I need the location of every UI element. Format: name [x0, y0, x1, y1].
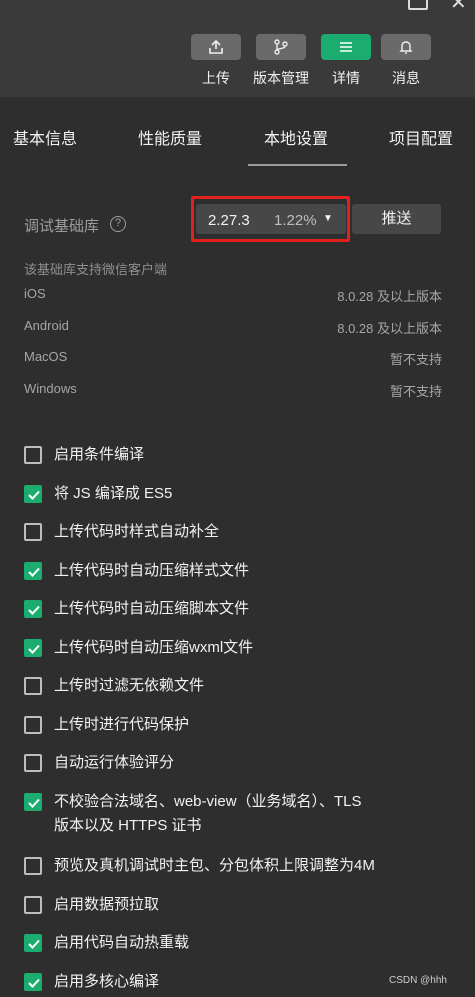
- upload-label: 上传: [202, 70, 230, 86]
- check-icon: [28, 644, 40, 654]
- option-label-line2: 版本以及 HTTPS 证书: [54, 817, 202, 834]
- toolbar: ✕ 上传 版本管理 详情 消息: [0, 0, 475, 97]
- option-checkbox[interactable]: [24, 857, 42, 875]
- tab-performance[interactable]: 性能质量: [138, 125, 202, 149]
- details-label: 详情: [332, 70, 360, 86]
- platform-name: MacOS: [24, 349, 68, 364]
- option-label: 不校验合法域名、web-view（业务域名）、TLS: [54, 793, 362, 810]
- option-checkbox[interactable]: [24, 600, 42, 618]
- help-icon[interactable]: ?: [110, 216, 126, 232]
- check-icon: [28, 490, 40, 500]
- option-label: 上传代码时样式自动补全: [54, 523, 220, 540]
- option-checkbox[interactable]: [24, 639, 42, 657]
- upload-button[interactable]: [191, 34, 241, 60]
- option-checkbox[interactable]: [24, 446, 42, 464]
- check-icon: [28, 978, 40, 988]
- details-tool[interactable]: 详情: [321, 34, 371, 88]
- option-checkbox[interactable]: [24, 896, 42, 914]
- option-label: 启用多核心编译: [54, 973, 160, 990]
- push-button[interactable]: 推送: [352, 204, 441, 234]
- version-manage-button[interactable]: [256, 34, 306, 60]
- option-checkbox[interactable]: [24, 523, 42, 541]
- option-checkbox[interactable]: [24, 716, 42, 734]
- option-label: 自动运行体验评分: [54, 754, 175, 771]
- check-icon: [28, 939, 40, 949]
- option-label: 上传时进行代码保护: [54, 716, 190, 733]
- branch-icon: [274, 39, 288, 55]
- platform-name: Android: [24, 318, 69, 333]
- platform-support-value: 暂不支持: [389, 384, 442, 399]
- check-icon: [28, 567, 40, 577]
- tab-project-config[interactable]: 项目配置: [389, 125, 453, 149]
- support-title: 该基础库支持微信客户端: [24, 262, 168, 277]
- base-lib-label: 调试基础库: [24, 218, 100, 235]
- platform-support-value: 8.0.28 及以上版本: [337, 289, 442, 304]
- platform-support-value: 暂不支持: [389, 352, 442, 367]
- version-manage-label: 版本管理: [253, 70, 309, 86]
- messages-label: 消息: [392, 70, 420, 86]
- option-label: 将 JS 编译成 ES5: [54, 485, 173, 502]
- tab-bar: 基本信息 性能质量 本地设置 项目配置: [0, 97, 475, 165]
- option-label: 上传代码时自动压缩wxml文件: [54, 639, 254, 656]
- platform-row: Windows 暂不支持: [24, 381, 442, 401]
- option-label: 预览及真机调试时主包、分包体积上限调整为4M: [54, 857, 375, 874]
- watermark: CSDN @hhh: [389, 975, 447, 986]
- tab-local-settings[interactable]: 本地设置: [264, 125, 328, 149]
- option-checkbox[interactable]: [24, 485, 42, 503]
- option-checkbox[interactable]: [24, 754, 42, 772]
- option-checkbox[interactable]: [24, 934, 42, 952]
- messages-tool[interactable]: 消息: [381, 34, 431, 88]
- option-checkbox[interactable]: [24, 973, 42, 991]
- platform-row: Android 8.0.28 及以上版本: [24, 318, 442, 338]
- close-window-icon[interactable]: ✕: [450, 0, 470, 13]
- platform-support-value: 8.0.28 及以上版本: [337, 321, 442, 336]
- platform-row: MacOS 暂不支持: [24, 349, 442, 369]
- option-label: 启用数据预拉取: [54, 896, 160, 913]
- menu-icon: [340, 42, 352, 52]
- tab-basic-info[interactable]: 基本信息: [13, 125, 77, 149]
- check-icon: [28, 798, 40, 808]
- option-label: 上传时过滤无依赖文件: [54, 677, 205, 694]
- platform-row: iOS 8.0.28 及以上版本: [24, 286, 442, 306]
- platform-name: iOS: [24, 286, 46, 301]
- bell-icon: [399, 41, 413, 54]
- platform-name: Windows: [24, 381, 77, 396]
- option-label: 启用代码自动热重载: [54, 934, 190, 951]
- active-tab-indicator: [248, 164, 347, 166]
- upload-tool[interactable]: 上传: [191, 34, 241, 88]
- messages-button[interactable]: [381, 34, 431, 60]
- option-label: 启用条件编译: [54, 446, 145, 463]
- version-manage-tool[interactable]: 版本管理: [253, 34, 309, 88]
- option-checkbox[interactable]: [24, 793, 42, 811]
- option-checkbox[interactable]: [24, 677, 42, 695]
- option-checkbox[interactable]: [24, 562, 42, 580]
- option-label: 上传代码时自动压缩脚本文件: [54, 600, 250, 617]
- upload-icon: [209, 39, 223, 54]
- check-icon: [28, 605, 40, 615]
- highlight-annotation: [191, 196, 350, 242]
- restore-window-icon[interactable]: [408, 0, 428, 10]
- details-button[interactable]: [321, 34, 371, 60]
- option-label: 上传代码时自动压缩样式文件: [54, 562, 250, 579]
